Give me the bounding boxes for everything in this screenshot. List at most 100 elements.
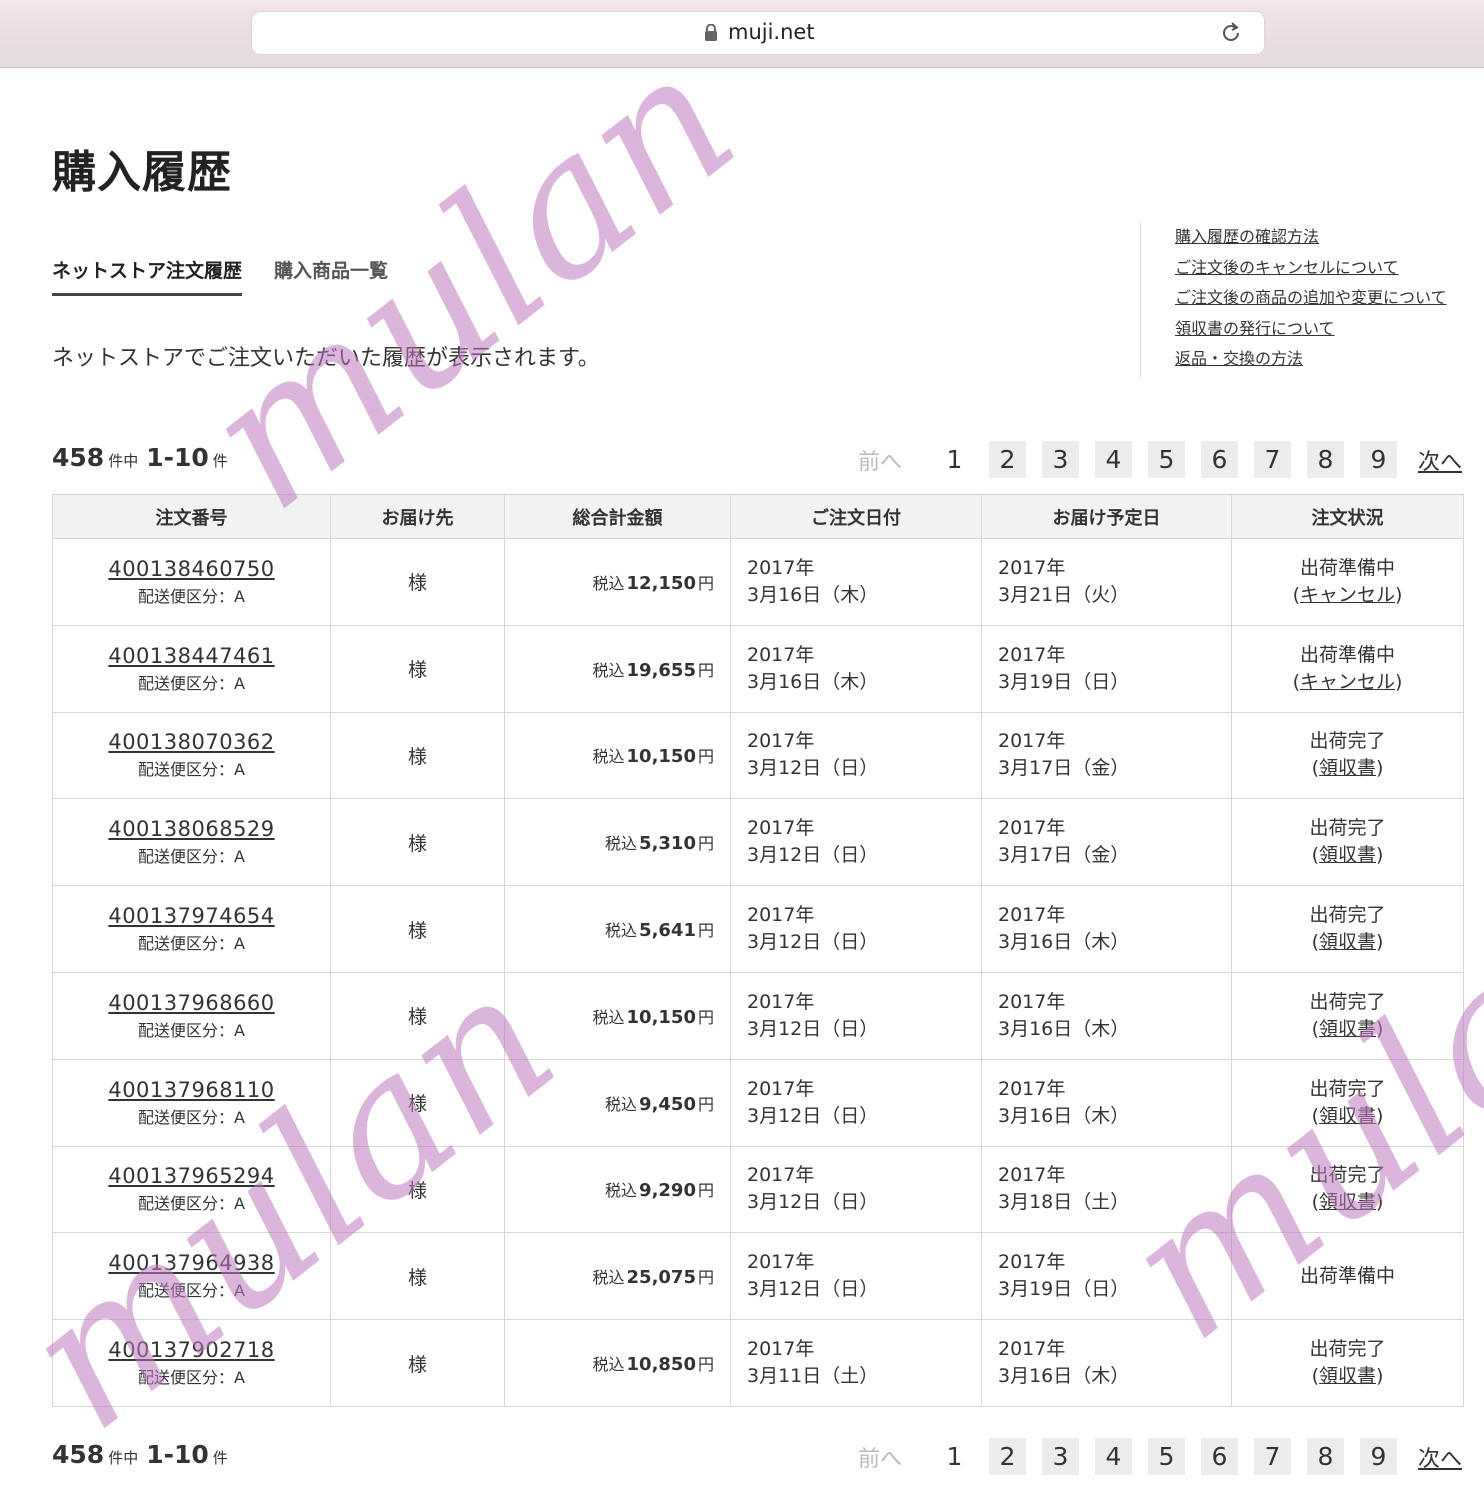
tab-net-store-orders[interactable]: ネットストア注文履歴 — [52, 252, 243, 296]
order-number-link[interactable]: 400137964938 — [53, 1251, 330, 1275]
help-link-add-change[interactable]: ご注文後の商品の追加や変更について — [1175, 283, 1470, 314]
delivery-day: 3月16日（木） — [998, 931, 1130, 954]
table-row: 400137964938 配送便区分：A 様税込 25,075 円 2017年 3月12日（… — [52, 1232, 1464, 1321]
status-link-paren: ( — [1292, 583, 1300, 606]
help-link-how-to-check[interactable]: 購入履歴の確認方法 — [1175, 222, 1470, 253]
status-link-paren: ) — [1376, 1017, 1384, 1040]
page-link[interactable]: 4 — [1094, 1438, 1132, 1475]
amount-value: 5,641 — [639, 920, 696, 942]
status-link-paren: ) — [1376, 1104, 1384, 1127]
destination-cell: 様 — [330, 624, 505, 713]
page-link[interactable]: 8 — [1306, 1438, 1344, 1475]
delivery-day: 3月21日（火） — [998, 583, 1130, 606]
delivery-day: 3月17日（金） — [998, 757, 1130, 780]
status-action-link[interactable]: キャンセル — [1300, 584, 1395, 606]
order-number-link[interactable]: 400138460750 — [53, 557, 330, 581]
status-action-link[interactable]: 領収書 — [1319, 1191, 1376, 1213]
shipping-category: 配送便区分：A — [138, 1368, 245, 1388]
page-link[interactable]: 6 — [1200, 441, 1238, 478]
amount-value: 9,450 — [639, 1093, 696, 1115]
status-action-link[interactable]: 領収書 — [1319, 1105, 1376, 1127]
order-day: 3月16日（木） — [747, 583, 879, 606]
status-link-paren: ) — [1376, 931, 1384, 954]
delivery-date-cell: 2017年 3月19日（日） — [981, 1232, 1232, 1321]
page-link[interactable]: 3 — [1041, 441, 1079, 478]
table-row: 400137968660 配送便区分：A 様税込 10,150 円 2017年 3月12日（… — [52, 971, 1464, 1060]
delivery-year: 2017年 — [998, 1338, 1066, 1361]
total-count: 458 — [52, 443, 105, 472]
status-cell: 出荷完了 (領収書) — [1231, 971, 1464, 1060]
status-action-link[interactable]: 領収書 — [1319, 844, 1376, 866]
tax-label: 税込 — [605, 834, 638, 854]
total-count: 458 — [52, 1440, 105, 1469]
status-text: 出荷完了 — [1309, 1338, 1386, 1361]
page-link[interactable]: 3 — [1041, 1438, 1079, 1475]
order-number-cell: 400138068529 配送便区分：A — [52, 798, 331, 887]
order-number-link[interactable]: 400138068529 — [53, 817, 330, 841]
table-row: 400137965294 配送便区分：A 様税込 9,290 円 2017年 3月12日（日… — [52, 1145, 1464, 1234]
page-link[interactable]: 2 — [988, 1438, 1026, 1475]
delivery-year: 2017年 — [998, 904, 1066, 927]
next-page-link[interactable]: 次へ — [1418, 444, 1462, 476]
order-date-cell: 2017年 3月11日（土） — [730, 1319, 982, 1407]
page-link[interactable]: 5 — [1147, 1438, 1185, 1475]
status-text: 出荷準備中 — [1299, 643, 1395, 666]
order-number-link[interactable]: 400137968660 — [53, 991, 330, 1015]
order-number-link[interactable]: 400137974654 — [53, 904, 330, 928]
order-day: 3月12日（日） — [747, 1191, 879, 1214]
page-link[interactable]: 7 — [1253, 1438, 1291, 1475]
order-number-cell: 400137968110 配送便区分：A — [52, 1058, 331, 1147]
help-link-return-exchange[interactable]: 返品・交換の方法 — [1175, 344, 1470, 375]
status-cell: 出荷完了 (領収書) — [1231, 1145, 1464, 1234]
amount-value: 9,290 — [639, 1180, 696, 1202]
page-link[interactable]: 5 — [1147, 441, 1185, 478]
order-number-link[interactable]: 400137902718 — [53, 1338, 330, 1362]
status-action-link[interactable]: 領収書 — [1319, 1018, 1376, 1040]
tab-purchased-items[interactable]: 購入商品一覧 — [274, 252, 388, 296]
delivery-day: 3月19日（日） — [998, 1278, 1130, 1301]
next-page-link[interactable]: 次へ — [1418, 1441, 1462, 1473]
table-row: 400138068529 配送便区分：A 様税込 5,310 円 2017年 3月12日（日… — [52, 798, 1464, 887]
currency-label: 円 — [697, 747, 714, 767]
status-action-link[interactable]: 領収書 — [1319, 931, 1376, 953]
status-action-link[interactable]: 領収書 — [1319, 1365, 1376, 1387]
status-link-paren: ( — [1311, 757, 1319, 780]
header-order-number: 注文番号 — [52, 494, 331, 539]
shipping-category: 配送便区分：A — [138, 673, 245, 693]
shipping-category: 配送便区分：A — [138, 847, 245, 867]
status-link-paren: ( — [1311, 1365, 1319, 1388]
shipping-category: 配送便区分：A — [138, 1107, 245, 1127]
status-action-link[interactable]: 領収書 — [1319, 757, 1376, 779]
order-number-link[interactable]: 400137968110 — [53, 1078, 330, 1102]
page-link[interactable]: 9 — [1359, 441, 1397, 478]
status-action-link[interactable]: キャンセル — [1300, 671, 1395, 693]
order-number-link[interactable]: 400138447461 — [53, 644, 330, 668]
destination-cell: 様 — [330, 1145, 505, 1234]
destination-cell: 様 — [330, 1232, 505, 1321]
shipping-category: 配送便区分：A — [138, 934, 245, 954]
page-link[interactable]: 8 — [1306, 441, 1344, 478]
order-number-link[interactable]: 400138070362 — [53, 730, 330, 754]
help-link-receipt[interactable]: 領収書の発行について — [1175, 314, 1470, 345]
status-link-paren: ( — [1292, 670, 1300, 693]
page-link[interactable]: 9 — [1359, 1438, 1397, 1475]
address-bar[interactable]: muji.net — [252, 12, 1264, 54]
shipping-category: 配送便区分：A — [138, 1020, 245, 1040]
destination-cell: 様 — [330, 971, 505, 1060]
status-link-paren: ) — [1395, 583, 1403, 606]
order-number-cell: 400137902718 配送便区分：A — [52, 1319, 331, 1407]
page-link[interactable]: 2 — [988, 441, 1026, 478]
reload-icon[interactable] — [1218, 20, 1244, 46]
delivery-day: 3月16日（木） — [998, 1365, 1130, 1388]
prev-page-link: 前へ — [857, 1446, 902, 1472]
page-link[interactable]: 7 — [1253, 441, 1291, 478]
help-link-cancel[interactable]: ご注文後のキャンセルについて — [1175, 253, 1470, 284]
status-cell: 出荷完了 (領収書) — [1231, 1058, 1464, 1147]
order-number-link[interactable]: 400137965294 — [53, 1164, 330, 1188]
header-destination: お届け先 — [330, 494, 505, 539]
amount-cell: 税込 10,150 円 — [504, 711, 731, 800]
destination-cell: 様 — [330, 538, 505, 626]
tax-label: 税込 — [605, 921, 638, 941]
page-link[interactable]: 4 — [1094, 441, 1132, 478]
page-link[interactable]: 6 — [1200, 1438, 1238, 1475]
